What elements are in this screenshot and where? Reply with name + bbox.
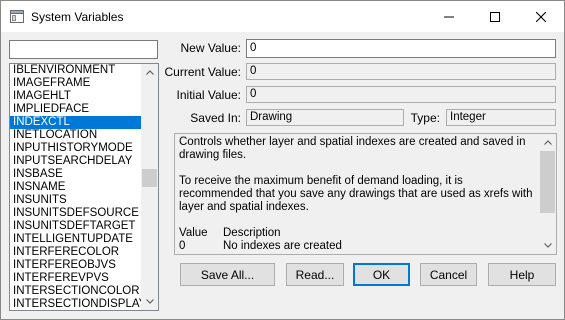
window-title: System Variables bbox=[31, 10, 124, 24]
saved-in-field: Drawing bbox=[246, 109, 404, 126]
chevron-up-icon bbox=[145, 70, 154, 75]
list-item[interactable]: INTERFERECOLOR bbox=[10, 246, 141, 259]
new-value-label: New Value: bbox=[180, 41, 241, 55]
list-item[interactable]: INPUTSEARCHDELAY bbox=[10, 155, 141, 168]
type-field: Integer bbox=[446, 109, 556, 126]
list-item[interactable]: INETLOCATION bbox=[10, 129, 141, 142]
scroll-up-arrow[interactable] bbox=[141, 64, 158, 81]
description-scrollbar[interactable] bbox=[539, 134, 556, 254]
description-box[interactable]: Controls whether layer and spatial index… bbox=[174, 133, 557, 255]
list-item[interactable]: INSBASE bbox=[10, 168, 141, 181]
scroll-down-arrow[interactable] bbox=[141, 293, 158, 310]
list-item[interactable]: INSUNITS bbox=[10, 194, 141, 207]
minimize-icon bbox=[444, 16, 454, 17]
minimize-button[interactable] bbox=[426, 1, 472, 32]
variable-list[interactable]: IBLENVIRONMENT IMAGEFRAME IMAGEHLT IMPLIEDF… bbox=[9, 63, 159, 311]
close-icon bbox=[536, 11, 546, 22]
list-item[interactable]: IMAGEFRAME bbox=[10, 77, 141, 90]
scroll-up-arrow[interactable] bbox=[539, 134, 556, 151]
saved-in-label: Saved In: bbox=[190, 111, 241, 125]
list-item[interactable]: IMAGEHLT bbox=[10, 90, 141, 103]
type-label: Type: bbox=[410, 111, 440, 125]
save-all-button[interactable]: Save All... bbox=[180, 263, 275, 286]
value-cell: 0 bbox=[179, 240, 186, 252]
list-item[interactable]: IBLENVIRONMENT bbox=[10, 64, 141, 77]
app-window-icon bbox=[10, 10, 24, 23]
new-value-input[interactable]: 0 bbox=[246, 39, 556, 58]
list-item[interactable]: INTERSECTIONCOLOR bbox=[10, 285, 141, 298]
description-paragraph: Controls whether layer and spatial index… bbox=[179, 136, 526, 161]
value-table: Value Description 0 No indexes are creat… bbox=[179, 227, 537, 253]
scroll-thumb[interactable] bbox=[142, 169, 157, 187]
chevron-down-icon bbox=[543, 243, 552, 248]
initial-value-field: 0 bbox=[246, 86, 556, 103]
variable-search-input[interactable] bbox=[9, 40, 158, 59]
list-item[interactable]: INTELLIGENTUPDATE bbox=[10, 233, 141, 246]
help-button[interactable]: Help bbox=[488, 263, 556, 286]
ok-button[interactable]: OK bbox=[353, 263, 410, 286]
current-value-field: 0 bbox=[246, 63, 556, 80]
chevron-up-icon bbox=[543, 140, 552, 145]
list-item[interactable]: INSNAME bbox=[10, 181, 141, 194]
list-item[interactable]: IMPLIEDFACE bbox=[10, 103, 141, 116]
maximize-icon bbox=[490, 11, 500, 22]
maximize-button[interactable] bbox=[472, 1, 518, 32]
description-column-header: Description bbox=[223, 227, 281, 239]
description-paragraph: To receive the maximum benefit of demand… bbox=[179, 175, 533, 213]
list-item[interactable]: INTERFEREOBJVS bbox=[10, 259, 141, 272]
scroll-thumb[interactable] bbox=[540, 151, 555, 213]
scroll-down-arrow[interactable] bbox=[539, 237, 556, 254]
close-button[interactable] bbox=[518, 1, 564, 32]
variable-list-scrollbar[interactable] bbox=[141, 64, 158, 310]
list-item[interactable]: INTERSECTIONDISPLAY bbox=[10, 298, 141, 310]
system-variables-dialog: System Variables IBLENVIRONMENT IMAGEFRAM… bbox=[0, 0, 565, 320]
list-item[interactable]: INSUNITSDEFSOURCE bbox=[10, 207, 141, 220]
list-item[interactable]: INSUNITSDEFTARGET bbox=[10, 220, 141, 233]
variable-list-items: IBLENVIRONMENT IMAGEFRAME IMAGEHLT IMPLIEDF… bbox=[10, 64, 141, 310]
list-item[interactable]: INTERFEREVPVS bbox=[10, 272, 141, 285]
cancel-button[interactable]: Cancel bbox=[420, 263, 477, 286]
title-bar[interactable]: System Variables bbox=[1, 1, 564, 32]
value-column-header: Value bbox=[179, 227, 208, 239]
current-value-label: Current Value: bbox=[164, 65, 241, 79]
list-item[interactable]: INPUTHISTORYMODE bbox=[10, 142, 141, 155]
description-cell: No indexes are created bbox=[223, 240, 342, 252]
chevron-down-icon bbox=[145, 299, 154, 304]
description-text: Controls whether layer and spatial index… bbox=[179, 136, 537, 253]
list-item[interactable]: INDEXCTL bbox=[10, 116, 141, 129]
read-button[interactable]: Read... bbox=[286, 263, 344, 286]
initial-value-label: Initial Value: bbox=[176, 88, 241, 102]
